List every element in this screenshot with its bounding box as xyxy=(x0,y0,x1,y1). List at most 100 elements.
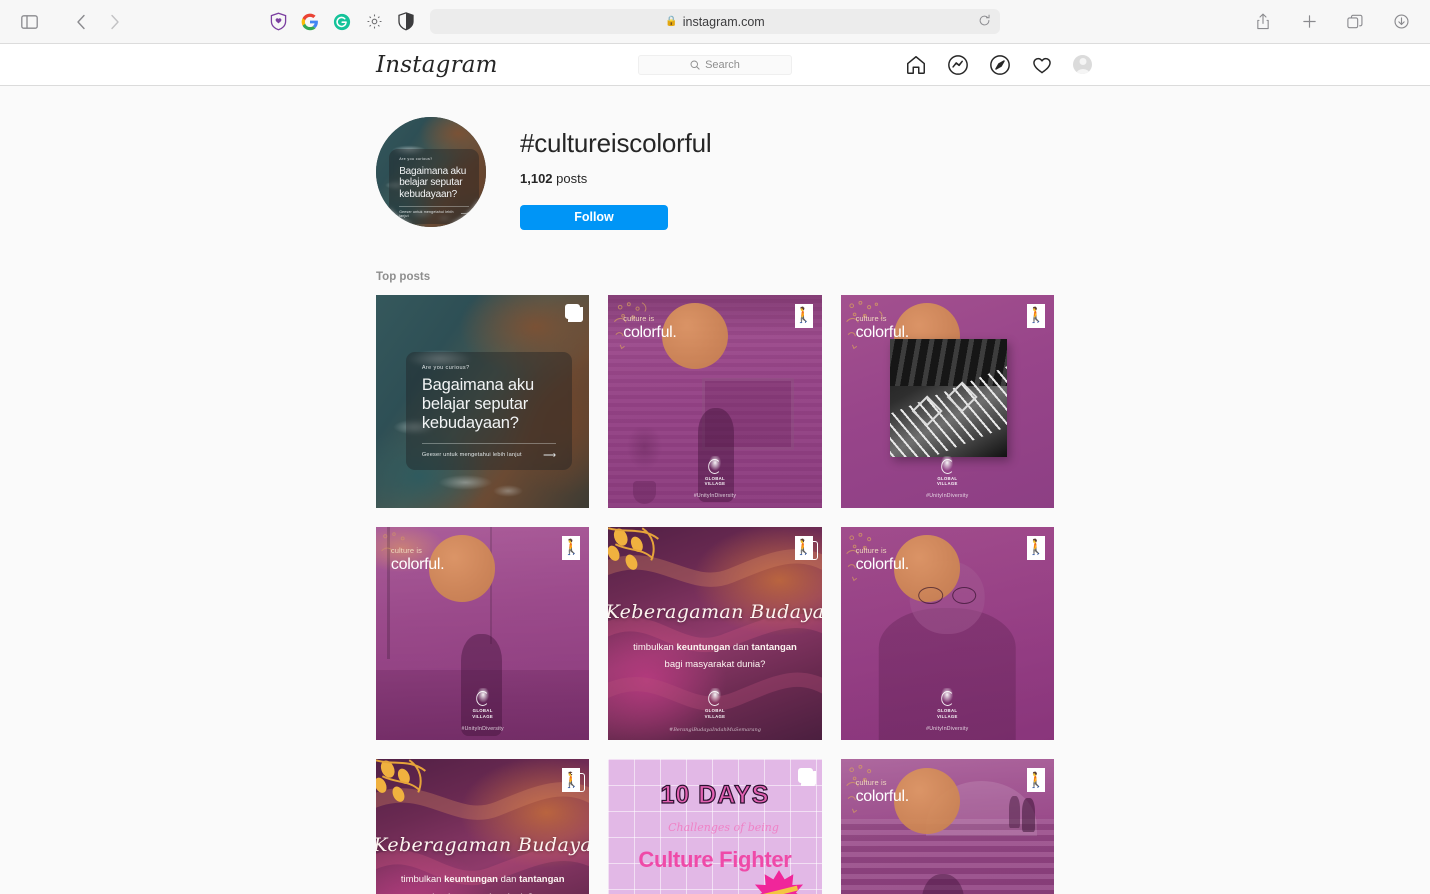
hashtag-header: Are you curious? Bagaimana aku belajar s… xyxy=(376,117,1054,230)
post-overlay-card: Are you curious? Bagaimana aku belajar s… xyxy=(405,352,573,470)
brand-line-2: VILLAGE xyxy=(704,481,726,487)
leaves-ornament xyxy=(608,526,702,610)
share-icon[interactable] xyxy=(1248,9,1278,35)
unity-hashtag: #UnityInDiversity xyxy=(461,725,504,732)
hashtag-info: #cultureiscolorful 1,102 posts Follow xyxy=(520,117,712,230)
home-icon[interactable] xyxy=(905,54,927,76)
search-icon xyxy=(690,60,700,70)
kbb-sub-d: tantangan xyxy=(751,642,797,654)
reel-icon: 🚶 xyxy=(1027,535,1045,560)
shield-heart-icon[interactable] xyxy=(268,12,288,32)
avatar-eyebrow: Are you curious? xyxy=(399,156,433,161)
avatar-line2: belajar seputar xyxy=(399,177,463,189)
global-village-logo: GLOBAL VILLAGE xyxy=(705,688,726,719)
activity-heart-icon[interactable] xyxy=(1031,54,1053,76)
inset-photo xyxy=(889,339,1008,457)
arrow-right-icon: ⟶ xyxy=(543,449,557,460)
tendays-subtitle: Culture Fighter xyxy=(638,846,792,872)
reel-icon: 🚶 xyxy=(794,535,813,560)
forward-arrow-icon[interactable] xyxy=(100,9,130,35)
global-village-logo: GLOBAL VILLAGE xyxy=(937,688,958,719)
carousel-icon xyxy=(797,768,816,787)
avatar-line3: kebudayaan? xyxy=(399,189,458,201)
tab-overview-icon[interactable] xyxy=(1340,9,1370,35)
instagram-header: Instagram Search xyxy=(0,44,1430,86)
kbb-sub-b: keuntungan xyxy=(444,874,498,886)
downloads-icon[interactable] xyxy=(1386,9,1416,35)
post-headline-3: kebudayaan? xyxy=(421,414,519,433)
reel-badge: 🚶 xyxy=(562,768,581,793)
reel-icon: 🚶 xyxy=(1027,303,1045,328)
reel-badge: 🚶 xyxy=(1027,303,1045,328)
reel-icon: 🚶 xyxy=(794,303,813,328)
culture-caption: culture is colorful. xyxy=(856,778,910,806)
carousel-icon xyxy=(565,303,584,322)
culture-caption: culture is colorful. xyxy=(623,314,677,342)
privacy-shield-icon[interactable] xyxy=(396,12,416,32)
reel-badge: 🚶 xyxy=(562,535,581,560)
sidebar-toggle-icon[interactable] xyxy=(14,9,44,35)
unity-hashtag: #UnityInDiversity xyxy=(926,493,969,500)
global-village-logo: GLOBAL VILLAGE xyxy=(472,688,493,719)
caption-big: colorful. xyxy=(623,323,677,341)
post-tile[interactable]: culture is colorful. GLOBAL VILLAGE #Uni… xyxy=(608,294,822,508)
brand-line-2: VILLAGE xyxy=(472,713,494,719)
gear-icon[interactable] xyxy=(364,12,384,32)
brand-line-2: VILLAGE xyxy=(704,713,726,719)
glasses-shape xyxy=(918,586,977,604)
instagram-logo[interactable]: Instagram xyxy=(376,52,498,78)
search-placeholder: Search xyxy=(705,58,740,71)
global-village-logo: GLOBAL VILLAGE xyxy=(936,455,958,487)
url-bar[interactable]: 🔒 instagram.com xyxy=(430,9,1000,34)
kbb-sub-c: dan xyxy=(730,642,752,654)
instagram-nav xyxy=(905,54,1092,76)
hashtag-avatar[interactable]: Are you curious? Bagaimana aku belajar s… xyxy=(376,117,486,227)
caption-big: colorful. xyxy=(855,556,910,574)
browser-actions xyxy=(1248,9,1416,35)
post-tile[interactable]: Are you curious? Bagaimana aku belajar s… xyxy=(376,294,590,508)
arrow-right-icon: ⟶ xyxy=(460,211,470,218)
kbb-subline-1: timbulkan keuntungan dan tantangan xyxy=(633,642,797,653)
avatar-footer: Geeser untuk mengetahui lebih lanjut xyxy=(399,209,454,218)
post-tile[interactable]: culture is colorful. GLOBAL VILLAGE #Uni… xyxy=(840,526,1054,741)
brand-line-2: VILLAGE xyxy=(936,713,958,719)
caption-small: culture is xyxy=(390,546,422,556)
post-tile[interactable]: 10 DAYS Challenges of being Culture Figh… xyxy=(608,759,822,894)
kbb-subline-1: timbulkan keuntungan dan tantangan xyxy=(401,874,565,885)
post-tile[interactable]: culture is colorful. GLOBAL VILLAGE #Uni… xyxy=(840,294,1054,508)
culture-caption: culture is colorful. xyxy=(855,313,910,342)
page-title: #cultureiscolorful xyxy=(520,128,712,158)
avatar-line1: Bagaimana aku xyxy=(399,165,467,177)
unity-hashtag: #UnityInDiversity xyxy=(693,493,737,500)
google-icon[interactable] xyxy=(300,12,320,32)
back-arrow-icon[interactable] xyxy=(66,9,96,35)
post-eyebrow: Are you curious? xyxy=(421,365,470,372)
caption-small: culture is xyxy=(855,546,887,556)
kbb-sub-a: timbulkan xyxy=(400,874,445,886)
post-tile[interactable]: Keberagaman Budaya timbulkan keuntungan … xyxy=(376,759,590,894)
kbb-hashtag: #BerangiBudayaIndahMuSemarang xyxy=(669,726,761,733)
explore-icon[interactable] xyxy=(989,54,1011,76)
follow-button[interactable]: Follow xyxy=(520,204,668,230)
post-tile[interactable]: Keberagaman Budaya timbulkan keuntungan … xyxy=(608,526,822,741)
reel-icon: 🚶 xyxy=(562,535,581,560)
post-tile[interactable]: culture is colorful. GLOBAL VILLAGE #Uni… xyxy=(376,526,590,741)
brand-line-2: VILLAGE xyxy=(936,481,958,487)
global-village-mark xyxy=(938,455,956,475)
reload-icon[interactable] xyxy=(978,14,991,30)
browser-extensions xyxy=(268,12,416,32)
post-count: 1,102 posts xyxy=(520,171,712,186)
caption-small: culture is xyxy=(855,313,887,323)
post-tile[interactable]: culture is colorful. 🚶 xyxy=(840,759,1054,894)
grammarly-icon[interactable] xyxy=(332,12,352,32)
kbb-script-title: Keberagaman Budaya xyxy=(376,833,590,856)
posts-grid: Are you curious? Bagaimana aku belajar s… xyxy=(376,294,1054,894)
leaves-ornament xyxy=(376,759,470,842)
search-input[interactable]: Search xyxy=(638,54,792,75)
profile-avatar[interactable] xyxy=(1073,55,1092,74)
messenger-icon[interactable] xyxy=(947,54,969,76)
global-village-logo: GLOBAL VILLAGE xyxy=(704,455,726,487)
post-count-label: posts xyxy=(556,170,588,186)
kbb-sub-a: timbulkan xyxy=(633,642,677,654)
new-tab-icon[interactable] xyxy=(1294,9,1324,35)
